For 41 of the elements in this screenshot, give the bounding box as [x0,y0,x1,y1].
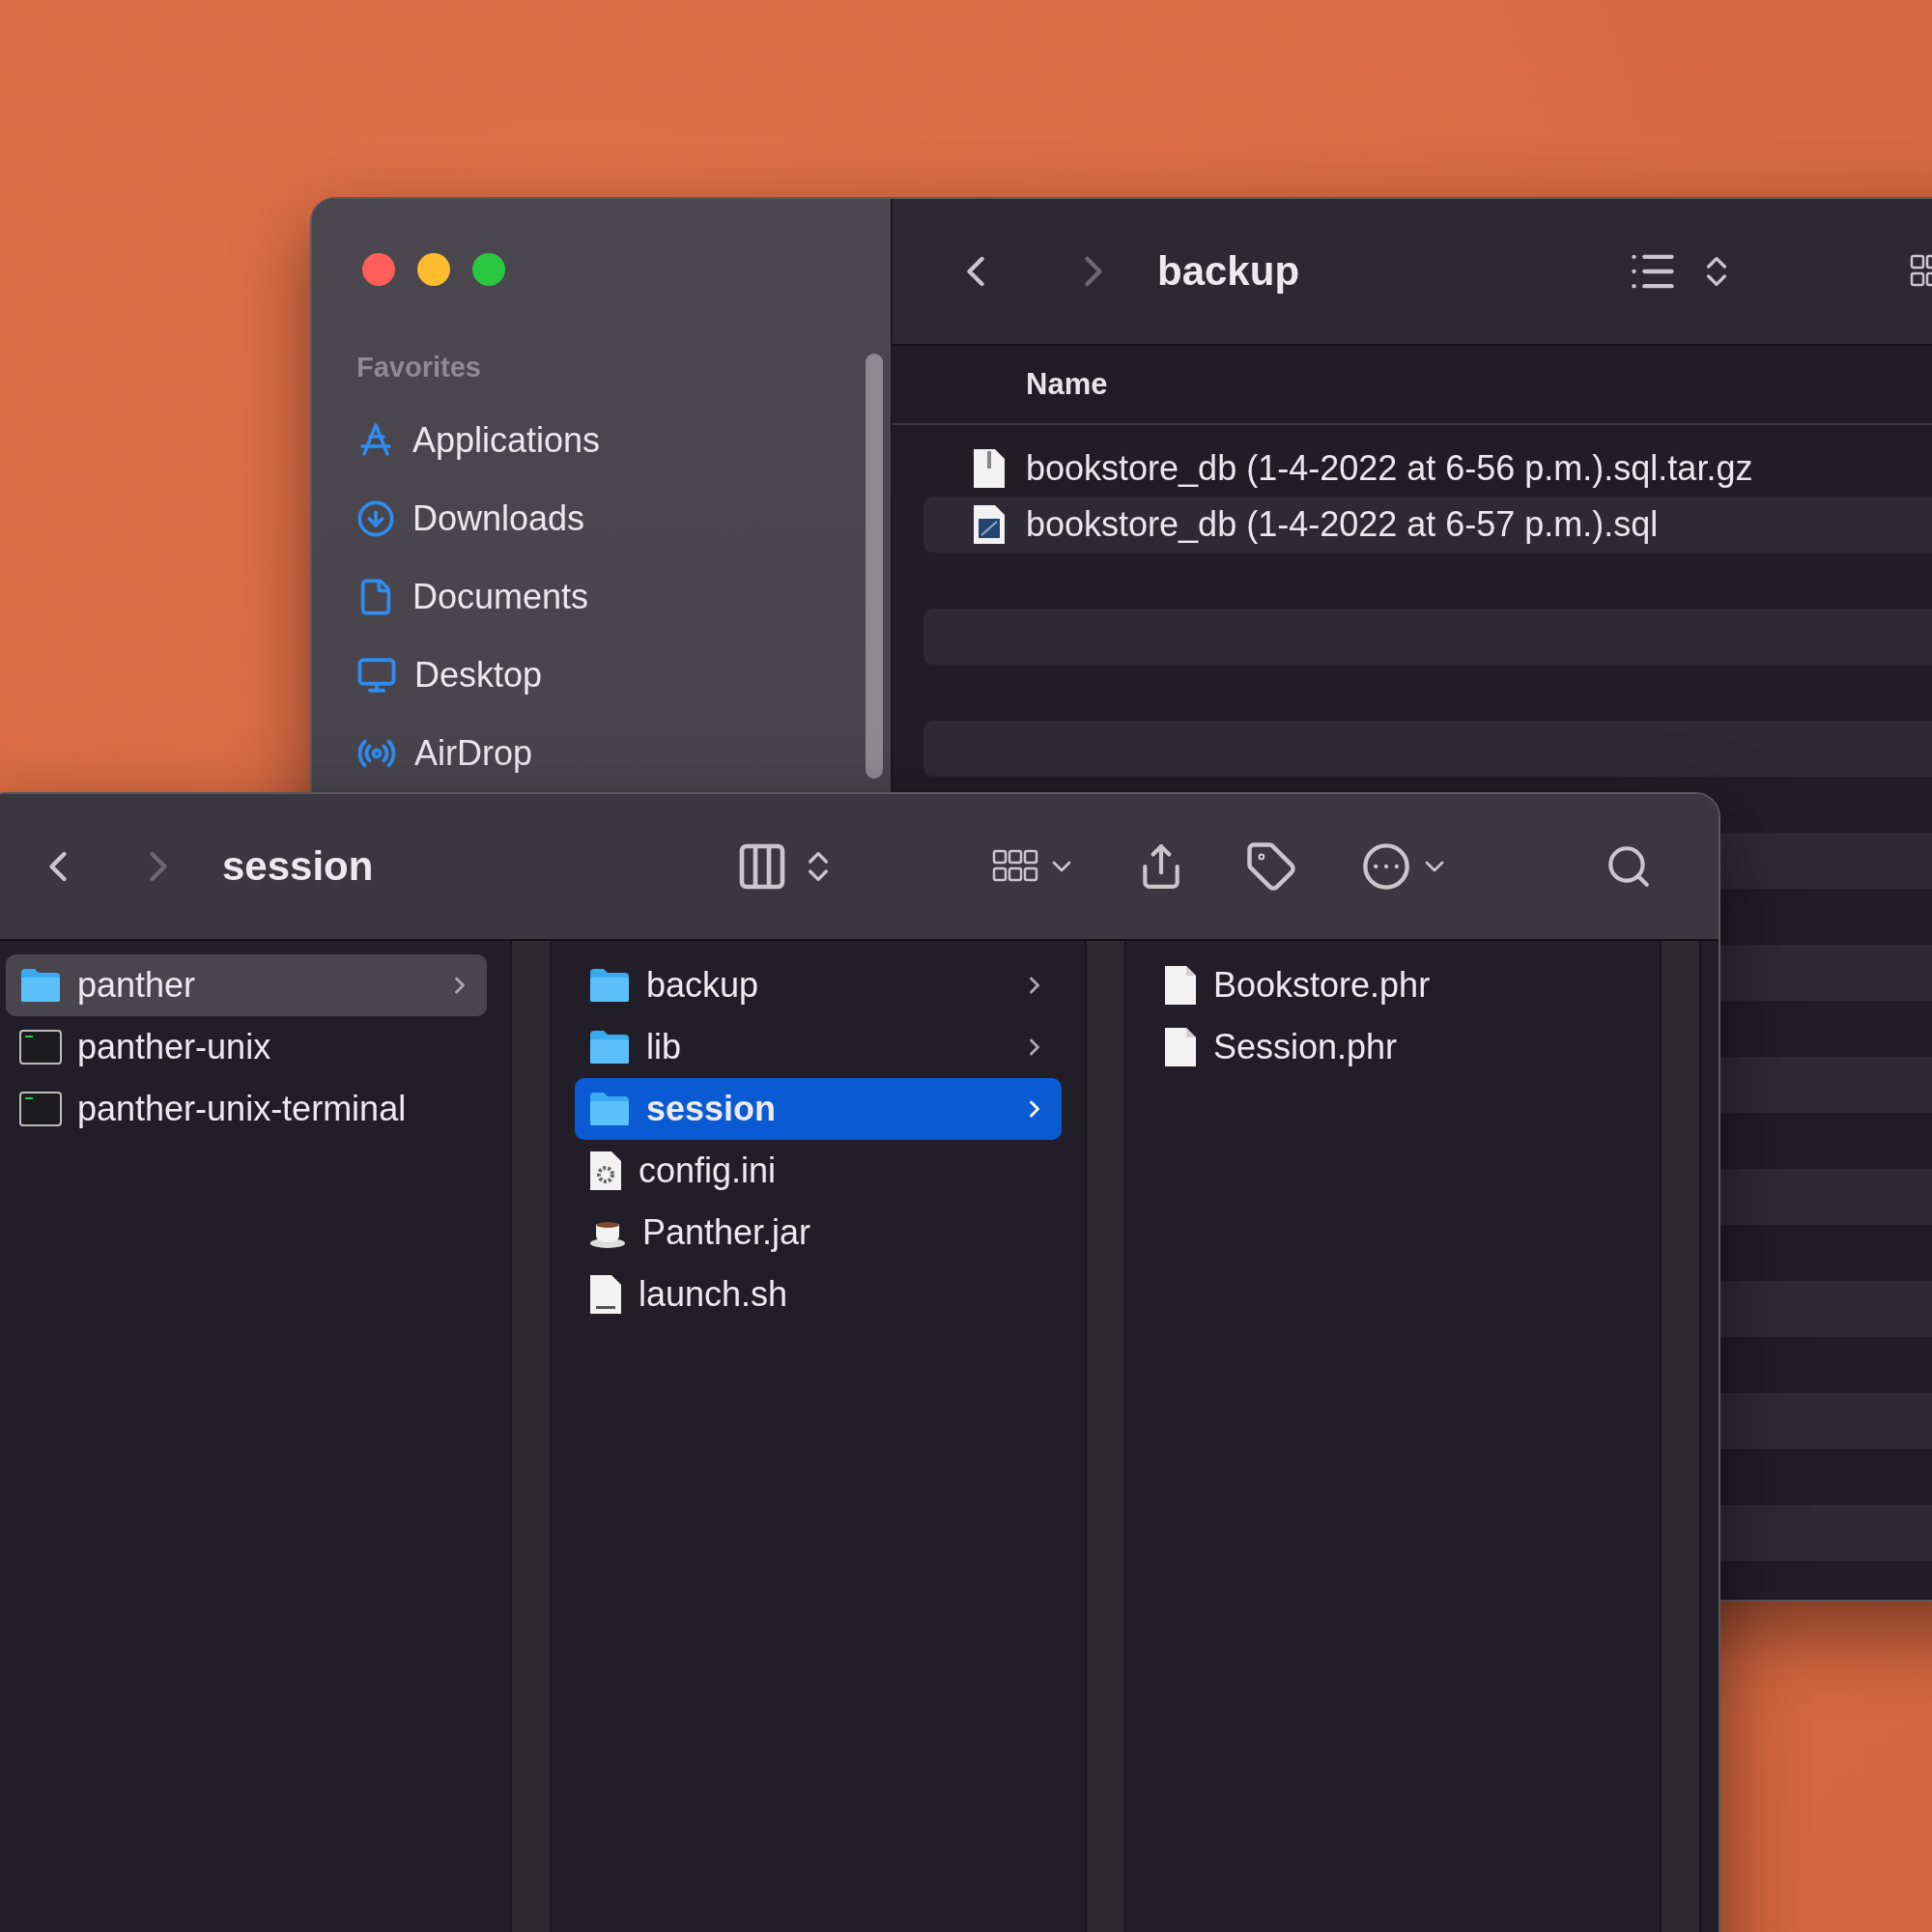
document-icon [1163,1026,1198,1068]
file-item[interactable]: panther-unix [6,1016,487,1078]
sidebar-item[interactable]: AirDrop [356,714,891,792]
archive-file-icon [972,447,1007,490]
column-header[interactable]: Name [893,346,1932,425]
file-item[interactable]: session [575,1078,1062,1140]
scrollbar[interactable] [866,354,883,779]
sql-file-icon [972,503,1007,546]
file-item[interactable]: Session.phr [1150,1016,1636,1078]
zoom-button[interactable] [472,253,505,286]
file-item[interactable]: panther-unix-terminal [6,1078,487,1140]
file-item[interactable]: lib [575,1016,1062,1078]
document-icon [1163,964,1198,1007]
download-icon [356,498,395,538]
file-row[interactable]: bookstore_db (1-4-2022 at 6-57 p.m.).sql [923,497,1932,553]
window-title: session [222,843,374,890]
file-item[interactable]: panther [6,954,487,1016]
sidebar-item[interactable]: Desktop [356,636,891,714]
folder-icon [588,967,631,1004]
sidebar-section-label: Favorites [356,352,482,384]
config-file-icon [588,1150,623,1192]
terminal-icon [19,1092,62,1126]
file-item[interactable]: backup [575,954,1062,1016]
tag-icon[interactable] [1245,840,1298,893]
close-button[interactable] [362,253,395,286]
sidebar-item[interactable]: Downloads [356,479,891,557]
file-item[interactable]: launch.sh [575,1264,1062,1325]
sidebar-item[interactable]: Documents [356,557,891,636]
folder-icon [588,1091,631,1127]
minimize-button[interactable] [417,253,450,286]
folder-icon [588,1029,631,1065]
window-title: backup [1157,248,1300,295]
folder-icon [19,967,62,1004]
script-file-icon [588,1273,623,1316]
sidebar-item[interactable]: Applications [356,401,891,479]
more-icon[interactable] [1361,841,1412,892]
file-row[interactable]: bookstore_db (1-4-2022 at 6-56 p.m.).sql.tar.gz [923,440,1932,497]
file-item[interactable]: Bookstore.phr [1150,954,1636,1016]
terminal-icon [19,1030,62,1065]
file-item[interactable]: Panther.jar [575,1202,1062,1264]
file-item[interactable]: config.ini [575,1140,1062,1202]
